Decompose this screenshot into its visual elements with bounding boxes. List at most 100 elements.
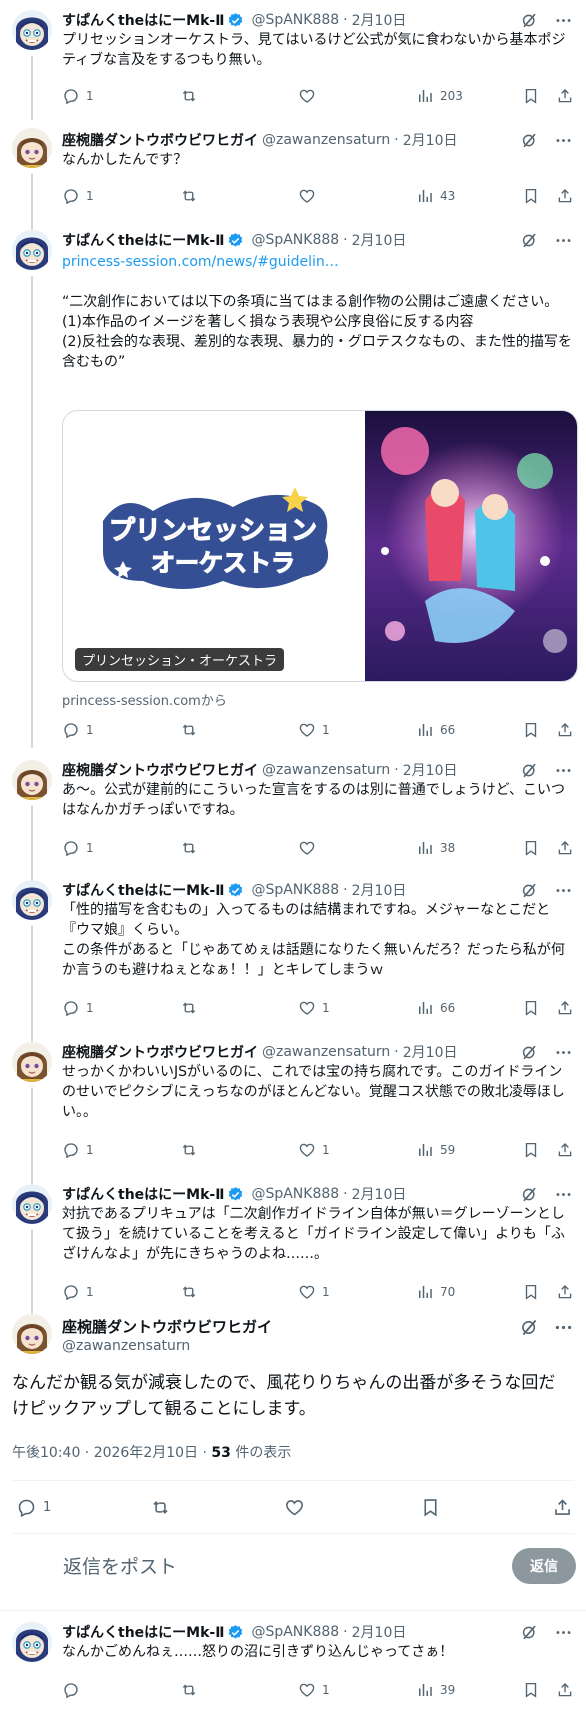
display-name[interactable]: 座椀膳ダントウボウビワヒガイ [62,760,258,780]
tweet-link[interactable]: princess-session.com/news/#guidelin… [62,252,572,272]
bookmark-button[interactable] [522,1141,540,1159]
display-name[interactable]: すぱんくtheはにーMk-Ⅱ [62,10,224,30]
views-button[interactable]: 203 [416,87,463,105]
bookmark-button[interactable] [522,721,540,739]
reply-button[interactable]: 1 [62,187,94,205]
share-button[interactable] [552,1497,573,1518]
tweet[interactable]: 座椀膳ダントウボウビワヒガイ @zawanzensaturn · 2月10日 な… [0,128,586,234]
card-source[interactable]: princess-session.comから [62,690,227,709]
bookmark-button[interactable] [522,999,540,1017]
tweet-date[interactable]: 2月10日 [352,1622,407,1642]
avatar[interactable] [12,760,52,800]
like-button[interactable]: 1 [298,1141,330,1159]
avatar[interactable] [12,1184,52,1224]
handle[interactable]: @SpANK888 [251,12,339,28]
tweet-date[interactable]: 2月10日 [352,10,407,30]
views-button[interactable]: 38 [416,839,455,857]
more-icon[interactable] [552,759,574,781]
share-button[interactable] [556,1681,574,1699]
retweet-button[interactable] [180,87,204,105]
views-button[interactable]: 59 [416,1141,455,1159]
avatar[interactable] [12,1314,52,1354]
reply-button[interactable]: 1 [62,999,94,1017]
more-icon[interactable] [552,9,574,31]
share-button[interactable] [556,999,574,1017]
avatar[interactable] [12,128,52,168]
views-button[interactable]: 66 [416,721,455,739]
bookmark-button[interactable] [522,87,540,105]
avatar[interactable] [12,880,52,920]
share-button[interactable] [556,839,574,857]
share-button[interactable] [556,1141,574,1159]
retweet-button[interactable] [180,721,204,739]
like-button[interactable]: 1 [298,721,330,739]
more-icon[interactable] [552,1183,574,1205]
bookmark-button[interactable] [522,187,540,205]
views-button[interactable]: 66 [416,999,455,1017]
display-name[interactable]: 座椀膳ダントウボウビワヒガイ [62,1316,272,1337]
handle[interactable]: @zawanzensaturn [262,762,390,778]
more-icon[interactable] [552,1621,574,1643]
tweet-date[interactable]: 2月10日 [352,880,407,900]
tweet[interactable]: すぱんくtheはにーMk-Ⅱ @SpANK888 · 2月10日 なんかごめんね… [0,1622,586,1722]
like-button[interactable] [284,1497,305,1518]
views-button[interactable]: 70 [416,1283,455,1301]
retweet-button[interactable] [180,1681,204,1699]
more-icon[interactable] [552,229,574,251]
retweet-button[interactable] [180,999,204,1017]
share-button[interactable] [556,87,574,105]
tweet-date[interactable]: 2月10日 [403,760,458,780]
like-button[interactable]: 1 [298,1681,330,1699]
display-name[interactable]: 座椀膳ダントウボウビワヒガイ [62,1042,258,1062]
reply-button[interactable]: 1 [62,87,94,105]
tweet-date[interactable]: 2月10日 [352,1184,407,1204]
display-name[interactable]: すぱんくtheはにーMk-Ⅱ [62,880,224,900]
tweet-date[interactable]: 2月10日 [352,230,407,250]
views-button[interactable]: 39 [416,1681,455,1699]
retweet-button[interactable] [180,1141,204,1159]
display-name[interactable]: 座椀膳ダントウボウビワヒガイ [62,130,258,150]
display-name[interactable]: すぱんくtheはにーMk-Ⅱ [62,230,224,250]
retweet-button[interactable] [150,1497,171,1518]
avatar[interactable] [12,1042,52,1082]
share-button[interactable] [556,721,574,739]
tweet[interactable]: すぱんくtheはにーMk-Ⅱ @SpANK888 · 2月10日 プリセッション… [0,8,586,120]
reply-button[interactable]: 1 [62,1283,94,1301]
handle[interactable]: @SpANK888 [251,1624,339,1640]
reply-input[interactable]: 返信をポスト [63,1552,177,1579]
bookmark-button[interactable] [522,1283,540,1301]
grok-icon[interactable] [518,879,540,901]
handle[interactable]: @zawanzensaturn [62,1338,190,1354]
retweet-button[interactable] [180,1283,204,1301]
tweet[interactable]: 座椀膳ダントウボウビワヒガイ @zawanzensaturn · 2月10日 あ… [0,758,586,886]
like-button[interactable] [298,87,322,105]
share-button[interactable] [556,1283,574,1301]
tweet[interactable]: すぱんくtheはにーMk-Ⅱ @SpANK888 · 2月10日 対抗であるプリ… [0,1183,586,1318]
grok-icon[interactable] [518,129,540,151]
more-icon[interactable] [552,879,574,901]
bookmark-button[interactable] [420,1497,441,1518]
tweet[interactable]: 座椀膳ダントウボウビワヒガイ @zawanzensaturn · 2月10日 せ… [0,1041,586,1188]
grok-icon[interactable] [518,1183,540,1205]
like-button[interactable] [298,187,322,205]
tweet-timestamp[interactable]: 午後10:40 · 2026年2月10日 · [12,1445,211,1461]
grok-icon[interactable] [518,9,540,31]
avatar[interactable] [12,1622,52,1662]
reply-button[interactable]: 1 [62,721,94,739]
reply-submit-button[interactable]: 返信 [512,1548,576,1584]
reply-button[interactable]: 1 [62,839,94,857]
retweet-button[interactable] [180,187,204,205]
avatar[interactable] [12,230,52,270]
bookmark-button[interactable] [522,839,540,857]
handle[interactable]: @SpANK888 [251,232,339,248]
reply-button[interactable]: 1 [16,1497,51,1518]
display-name[interactable]: すぱんくtheはにーMk-Ⅱ [62,1622,224,1642]
tweet-date[interactable]: 2月10日 [403,130,458,150]
handle[interactable]: @zawanzensaturn [262,132,390,148]
more-icon[interactable] [552,1041,574,1063]
bookmark-button[interactable] [522,1681,540,1699]
more-icon[interactable] [552,129,574,151]
handle[interactable]: @zawanzensaturn [262,1044,390,1060]
tweet[interactable]: すぱんくtheはにーMk-Ⅱ @SpANK888 · 2月10日 princes… [0,228,586,748]
grok-icon[interactable] [518,229,540,251]
